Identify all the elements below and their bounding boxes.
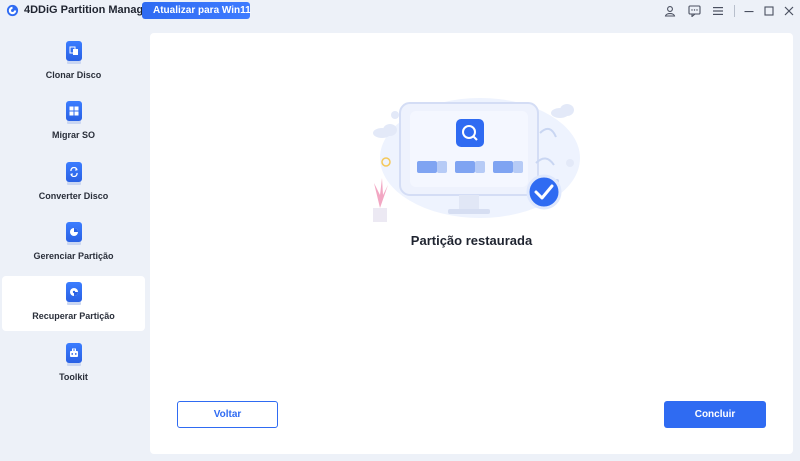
sidebar-item-clone-disk[interactable]: Clonar Disco: [2, 35, 145, 90]
sidebar-item-label: Migrar SO: [51, 130, 95, 140]
minimize-icon[interactable]: [741, 3, 757, 19]
sidebar-item-convert-disk[interactable]: Converter Disco: [2, 156, 145, 211]
app-logo-icon: [6, 4, 19, 17]
sidebar-item-label: Toolkit: [59, 372, 88, 382]
title-bar: 4DDiG Partition Manager Atualizar para W…: [0, 0, 800, 22]
partition-restored-illustration: [373, 98, 580, 222]
sidebar-item-label: Converter Disco: [38, 191, 109, 201]
titlebar-divider: [734, 5, 735, 17]
recover-partition-icon: [65, 282, 82, 305]
app-title: 4DDiG Partition Manager: [24, 4, 154, 16]
sidebar-item-label: Gerenciar Partição: [33, 251, 114, 261]
cloud-icon: [551, 104, 574, 118]
upgrade-label: Atualizar para Win11: [153, 5, 251, 16]
migrate-os-icon: [65, 101, 82, 124]
convert-disk-icon: [65, 162, 82, 185]
feedback-icon[interactable]: [686, 3, 702, 19]
sidebar-item-toolkit[interactable]: Toolkit: [2, 337, 145, 392]
sidebar-item-migrate-os[interactable]: Migrar SO: [2, 95, 145, 150]
maximize-icon[interactable]: [761, 3, 777, 19]
toolkit-icon: [65, 343, 82, 366]
sidebar-item-label: Recuperar Partição: [32, 311, 115, 321]
sidebar-item-label: Clonar Disco: [45, 70, 102, 80]
user-icon[interactable]: [662, 3, 678, 19]
manage-partition-icon: [65, 222, 82, 245]
finish-button[interactable]: Concluir: [664, 401, 766, 428]
menu-icon[interactable]: [710, 3, 726, 19]
sidebar: Clonar Disco Migrar SO Converter Disco G…: [0, 35, 150, 461]
clone-disk-icon: [65, 41, 82, 64]
sidebar-item-recover-partition[interactable]: Recuperar Partição: [2, 276, 145, 331]
close-icon[interactable]: [781, 3, 797, 19]
status-message: Partição restaurada: [410, 233, 533, 248]
sidebar-item-manage-partition[interactable]: Gerenciar Partição: [2, 216, 145, 271]
main-panel: Partição restaurada Voltar Concluir: [150, 33, 793, 454]
back-button[interactable]: Voltar: [177, 401, 278, 428]
upgrade-win11-button[interactable]: Atualizar para Win11: [142, 2, 251, 19]
